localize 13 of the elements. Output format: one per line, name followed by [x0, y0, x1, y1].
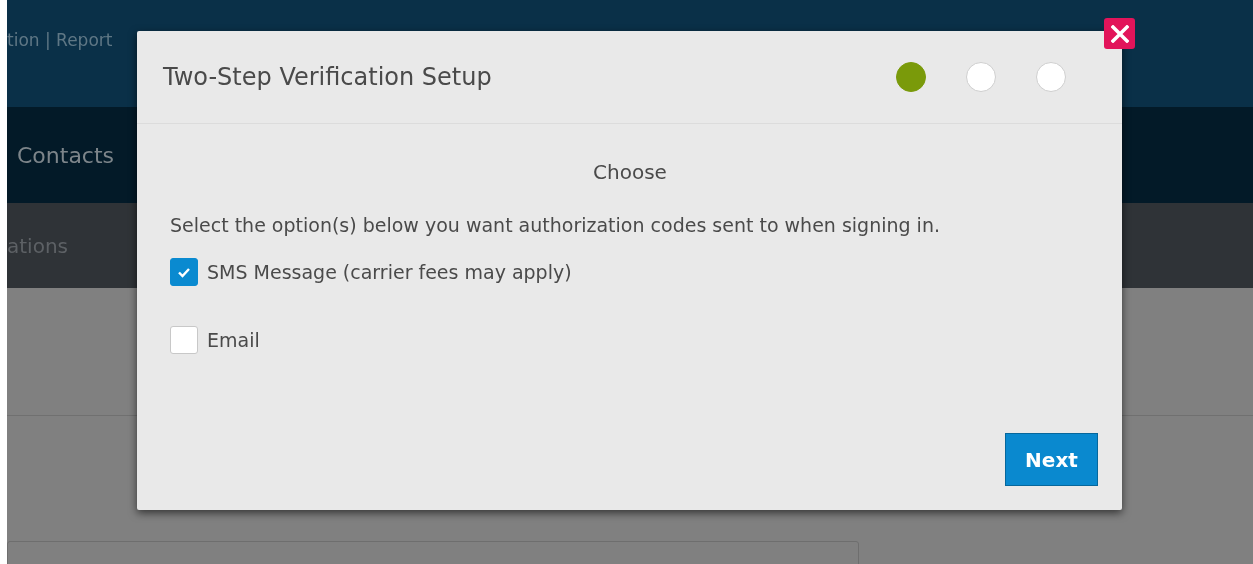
- check-icon: [177, 266, 191, 278]
- nav-item[interactable]: Contacts: [17, 142, 115, 168]
- close-icon: [1110, 24, 1129, 43]
- next-button[interactable]: Next: [1005, 433, 1098, 486]
- close-button[interactable]: [1104, 18, 1135, 49]
- option-label[interactable]: Email: [207, 329, 260, 351]
- checkbox[interactable]: [170, 258, 198, 286]
- dialog-title: Two-Step Verification Setup: [163, 63, 493, 91]
- checkbox[interactable]: [170, 326, 198, 354]
- instruction-text: Select the option(s) below you want authorization codes sent to when signing in.: [170, 214, 941, 236]
- header-links[interactable]: tion | Report: [7, 30, 113, 50]
- step-heading: Choose: [592, 160, 668, 184]
- option-label[interactable]: SMS Message (carrier fees may apply): [207, 261, 572, 283]
